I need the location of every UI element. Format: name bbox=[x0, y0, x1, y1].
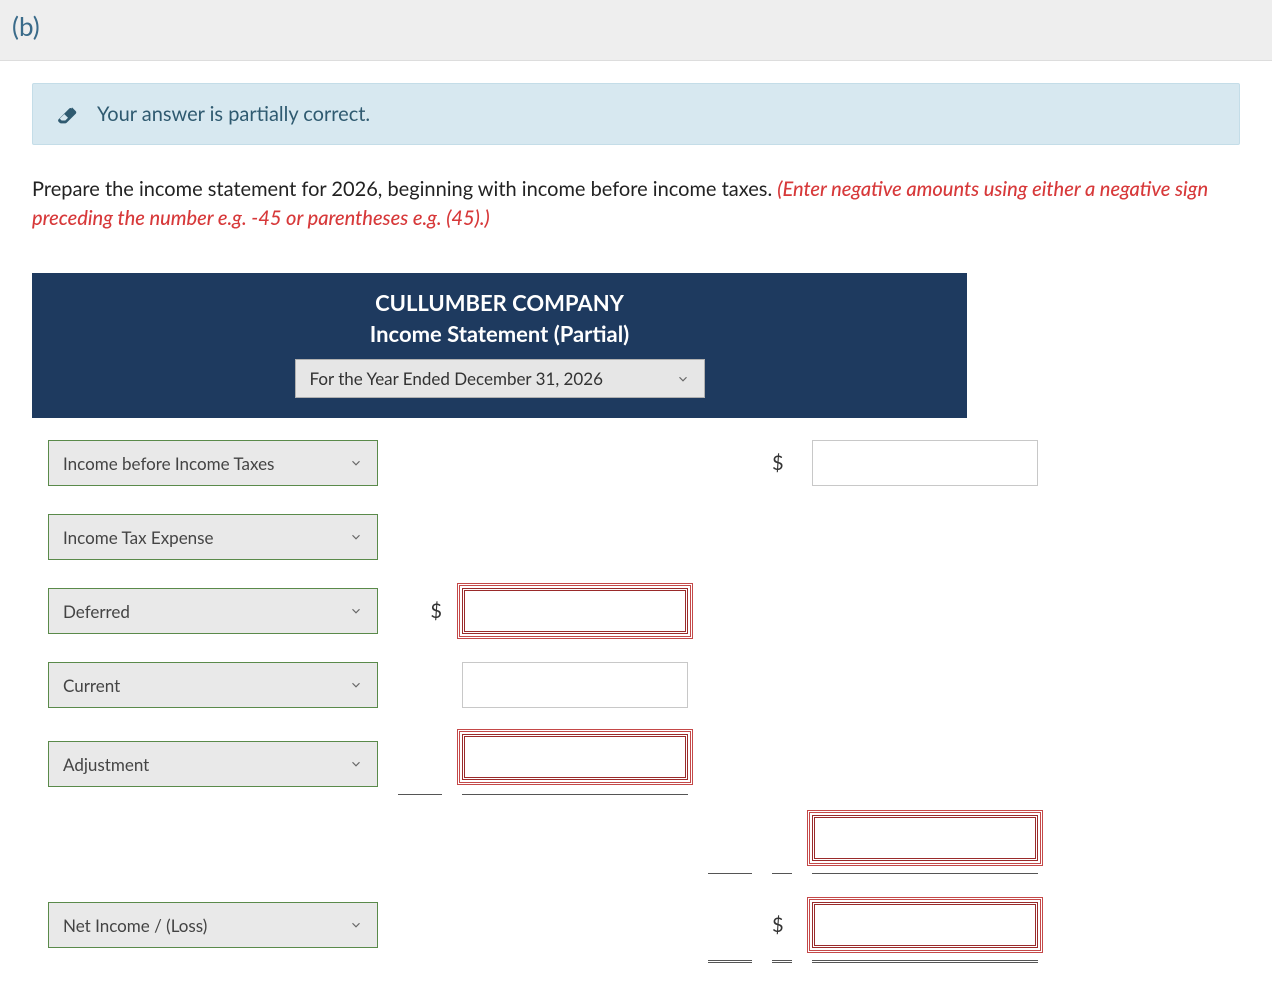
chevron-down-icon bbox=[349, 757, 363, 771]
part-label: (b) bbox=[12, 10, 40, 42]
dropdown-label: Adjustment bbox=[63, 754, 149, 775]
input-income-before-taxes[interactable] bbox=[812, 440, 1038, 486]
line-dropdown-deferred[interactable]: Deferred bbox=[48, 588, 378, 634]
input-net-income[interactable] bbox=[812, 902, 1038, 948]
chevron-down-icon bbox=[349, 918, 363, 932]
line-dropdown-net-income[interactable]: Net Income / (Loss) bbox=[48, 902, 378, 948]
line-dropdown-adjustment[interactable]: Adjustment bbox=[48, 741, 378, 787]
period-selected-label: For the Year Ended December 31, 2026 bbox=[310, 368, 604, 389]
statement-header: CULLUMBER COMPANY Income Statement (Part… bbox=[32, 273, 967, 418]
dropdown-label: Net Income / (Loss) bbox=[63, 915, 207, 936]
statement-container: CULLUMBER COMPANY Income Statement (Part… bbox=[32, 273, 967, 963]
dropdown-label: Deferred bbox=[63, 601, 130, 622]
input-tax-subtotal[interactable] bbox=[812, 815, 1038, 861]
total-double-underline bbox=[48, 960, 967, 963]
content-area: Your answer is partially correct. Prepar… bbox=[0, 61, 1272, 1003]
line-dropdown-income-before-taxes[interactable]: Income before Income Taxes bbox=[48, 440, 378, 486]
company-name: CULLUMBER COMPANY bbox=[32, 289, 967, 316]
currency-symbol: $ bbox=[772, 913, 792, 937]
row-deferred: Deferred $ bbox=[48, 586, 967, 636]
row-adjustment: Adjustment bbox=[48, 734, 967, 794]
chevron-down-icon bbox=[349, 678, 363, 692]
currency-symbol: $ bbox=[772, 451, 792, 475]
dropdown-label: Income before Income Taxes bbox=[63, 453, 274, 474]
subtotal-underline-right bbox=[48, 873, 967, 874]
row-current: Current bbox=[48, 660, 967, 710]
row-income-tax-expense: Income Tax Expense bbox=[48, 512, 967, 562]
instruction-text: Prepare the income statement for 2026, b… bbox=[32, 175, 1240, 233]
subtotal-underline-mid bbox=[48, 794, 967, 795]
input-adjustment[interactable] bbox=[462, 734, 688, 780]
chevron-down-icon bbox=[349, 456, 363, 470]
statement-body: Income before Income Taxes $ Income Tax … bbox=[32, 418, 967, 963]
dropdown-label: Income Tax Expense bbox=[63, 527, 214, 548]
input-current[interactable] bbox=[462, 662, 688, 708]
period-dropdown[interactable]: For the Year Ended December 31, 2026 bbox=[295, 359, 705, 398]
input-deferred[interactable] bbox=[462, 588, 688, 634]
chevron-down-icon bbox=[349, 530, 363, 544]
row-net-income: Net Income / (Loss) $ bbox=[48, 900, 967, 950]
row-income-before-taxes: Income before Income Taxes $ bbox=[48, 438, 967, 488]
eraser-icon bbox=[57, 104, 79, 126]
statement-subtitle: Income Statement (Partial) bbox=[32, 320, 967, 347]
instruction-main: Prepare the income statement for 2026, b… bbox=[32, 177, 777, 201]
dropdown-label: Current bbox=[63, 675, 120, 696]
feedback-alert: Your answer is partially correct. bbox=[32, 83, 1240, 145]
chevron-down-icon bbox=[676, 372, 690, 386]
chevron-down-icon bbox=[349, 604, 363, 618]
row-tax-subtotal bbox=[48, 813, 967, 863]
currency-symbol: $ bbox=[398, 599, 442, 623]
part-header: (b) bbox=[0, 0, 1272, 61]
line-dropdown-current[interactable]: Current bbox=[48, 662, 378, 708]
line-dropdown-income-tax-expense[interactable]: Income Tax Expense bbox=[48, 514, 378, 560]
alert-message: Your answer is partially correct. bbox=[97, 102, 370, 126]
